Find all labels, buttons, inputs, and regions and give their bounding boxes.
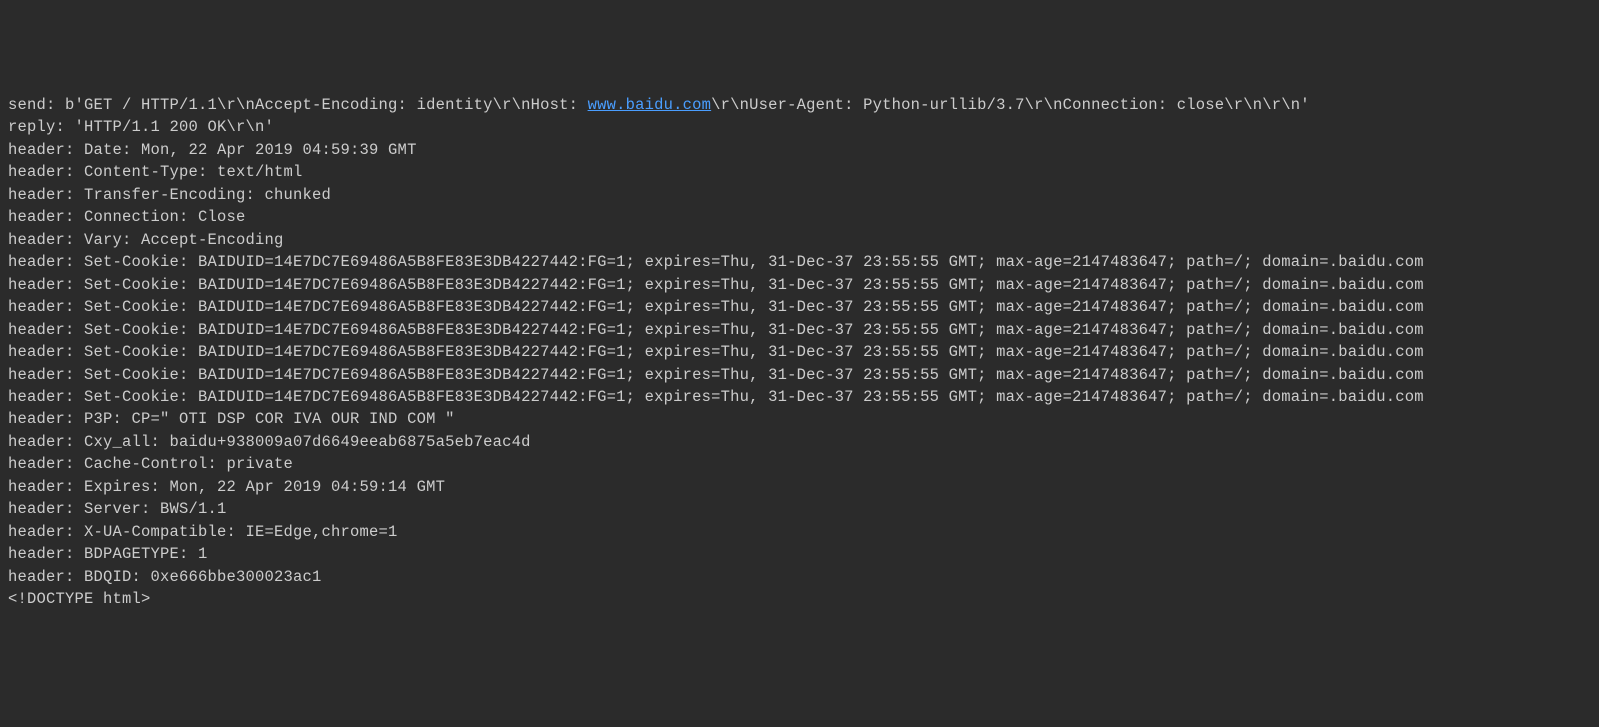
terminal-line: header: BDQID: 0xe666bbe300023ac1 — [8, 566, 1591, 588]
terminal-line: header: X-UA-Compatible: IE=Edge,chrome=… — [8, 521, 1591, 543]
terminal-line: header: Transfer-Encoding: chunked — [8, 184, 1591, 206]
terminal-line: header: Set-Cookie: BAIDUID=14E7DC7E6948… — [8, 364, 1591, 386]
terminal-line: header: Date: Mon, 22 Apr 2019 04:59:39 … — [8, 139, 1591, 161]
terminal-line: send: b'GET / HTTP/1.1\r\nAccept-Encodin… — [8, 94, 1591, 116]
terminal-line: header: Cxy_all: baidu+938009a07d6649eea… — [8, 431, 1591, 453]
terminal-line: header: Set-Cookie: BAIDUID=14E7DC7E6948… — [8, 319, 1591, 341]
terminal-line: header: Set-Cookie: BAIDUID=14E7DC7E6948… — [8, 274, 1591, 296]
terminal-line: header: Expires: Mon, 22 Apr 2019 04:59:… — [8, 476, 1591, 498]
url-link[interactable]: www.baidu.com — [588, 96, 712, 114]
line-prefix: send: b'GET / HTTP/1.1\r\nAccept-Encodin… — [8, 96, 588, 114]
terminal-line: header: BDPAGETYPE: 1 — [8, 543, 1591, 565]
terminal-line: header: P3P: CP=" OTI DSP COR IVA OUR IN… — [8, 408, 1591, 430]
terminal-line: header: Cache-Control: private — [8, 453, 1591, 475]
terminal-line: reply: 'HTTP/1.1 200 OK\r\n' — [8, 116, 1591, 138]
terminal-line: header: Set-Cookie: BAIDUID=14E7DC7E6948… — [8, 386, 1591, 408]
terminal-line: header: Set-Cookie: BAIDUID=14E7DC7E6948… — [8, 341, 1591, 363]
terminal-line: <!DOCTYPE html> — [8, 588, 1591, 610]
terminal-line: header: Connection: Close — [8, 206, 1591, 228]
terminal-line: header: Content-Type: text/html — [8, 161, 1591, 183]
terminal-output: send: b'GET / HTTP/1.1\r\nAccept-Encodin… — [8, 94, 1591, 611]
line-suffix: \r\nUser-Agent: Python-urllib/3.7\r\nCon… — [711, 96, 1310, 114]
terminal-line: header: Vary: Accept-Encoding — [8, 229, 1591, 251]
terminal-line: header: Set-Cookie: BAIDUID=14E7DC7E6948… — [8, 296, 1591, 318]
terminal-line: header: Set-Cookie: BAIDUID=14E7DC7E6948… — [8, 251, 1591, 273]
